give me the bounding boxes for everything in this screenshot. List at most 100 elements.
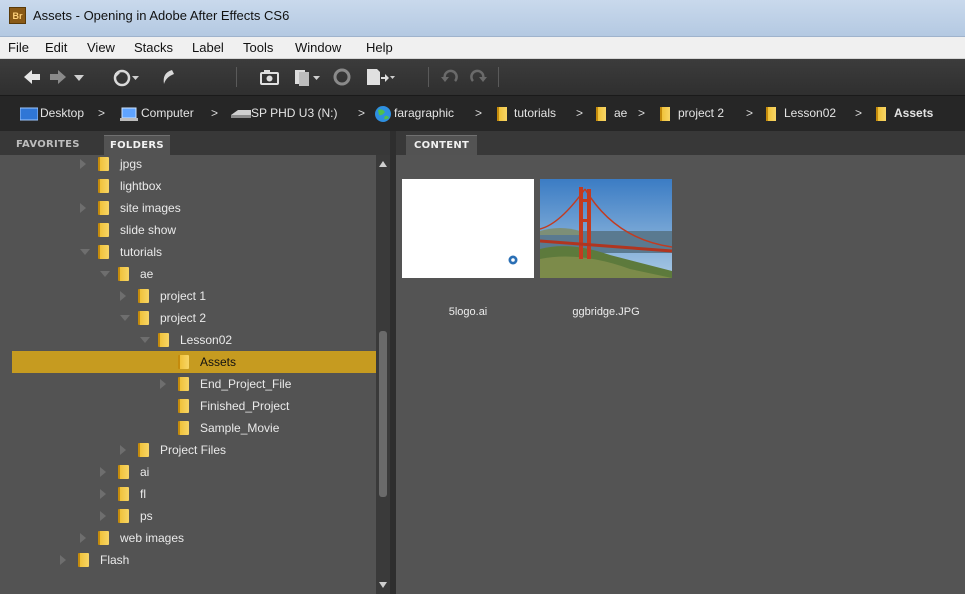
logo-mark-icon	[508, 255, 518, 265]
thumbnail-5logo[interactable]	[402, 179, 534, 278]
drive-icon	[231, 110, 251, 118]
dropdown-chevron-icon[interactable]	[72, 67, 86, 87]
breadcrumb-lesson02[interactable]: Lesson02	[784, 106, 836, 120]
tree-row-tutorials[interactable]: tutorials	[0, 241, 376, 263]
tree-row-web-images[interactable]: web images	[0, 527, 376, 549]
thumbnail-ggbridge[interactable]	[540, 179, 672, 278]
menu-bar: File Edit View Stacks Label Tools Window…	[0, 37, 965, 59]
tree-row-lightbox[interactable]: lightbox	[0, 175, 376, 197]
folder-icon	[876, 107, 886, 121]
rotate-left-icon[interactable]	[440, 67, 460, 87]
folder-icon	[138, 289, 149, 303]
tree-row-project-files[interactable]: Project Files	[0, 439, 376, 461]
tree-row-flash[interactable]: Flash	[0, 549, 376, 571]
tab-folders[interactable]: FOLDERS	[104, 135, 170, 155]
expand-arrow-icon[interactable]	[120, 291, 126, 301]
recent-folder-icon[interactable]	[112, 67, 140, 87]
folder-icon	[497, 107, 507, 121]
menu-edit[interactable]: Edit	[45, 40, 67, 55]
tree-row-site-images[interactable]: site images	[0, 197, 376, 219]
tree-row-finished-project[interactable]: Finished_Project	[0, 395, 376, 417]
tree-row-project-2[interactable]: project 2	[0, 307, 376, 329]
scroll-up-icon[interactable]	[379, 161, 387, 167]
breadcrumb-ae[interactable]: ae	[614, 106, 627, 120]
expand-arrow-icon[interactable]	[160, 379, 166, 389]
breadcrumb-faragraphic[interactable]: faragraphic	[394, 106, 454, 120]
menu-file[interactable]: File	[8, 40, 29, 55]
menu-tools[interactable]: Tools	[243, 40, 273, 55]
folder-icon	[158, 333, 169, 347]
forward-arrow-icon[interactable]	[48, 67, 68, 87]
breadcrumb-desktop[interactable]: Desktop	[40, 106, 84, 120]
filename-5logo[interactable]: 5logo.ai	[402, 306, 534, 318]
collapse-arrow-icon[interactable]	[80, 249, 90, 255]
tree-label: Project Files	[160, 443, 227, 457]
menu-window[interactable]: Window	[295, 40, 341, 55]
camera-import-icon[interactable]	[258, 67, 282, 87]
breadcrumb-separator: >	[576, 106, 584, 120]
left-tabstrip: FAVORITES FOLDERS	[0, 131, 390, 155]
filename-ggbridge[interactable]: ggbridge.JPG	[540, 306, 672, 318]
tree-row-ai[interactable]: ai	[0, 461, 376, 483]
network-globe-icon	[375, 106, 391, 122]
menu-help[interactable]: Help	[366, 40, 393, 55]
tree-row-ae[interactable]: ae	[0, 263, 376, 285]
back-arrow-icon[interactable]	[22, 67, 42, 87]
computer-icon	[120, 107, 138, 121]
tree-label: Flash	[100, 553, 130, 567]
menu-label[interactable]: Label	[192, 40, 224, 55]
tree-row-ps[interactable]: ps	[0, 505, 376, 527]
scroll-down-icon[interactable]	[379, 582, 387, 588]
path-bar: Desktop > Computer > SP PHD U3 (N:) > fa…	[0, 95, 965, 131]
breadcrumb-project-2[interactable]: project 2	[678, 106, 724, 120]
tree-label: web images	[120, 531, 185, 545]
expand-arrow-icon[interactable]	[80, 159, 86, 169]
tree-row-assets-selected[interactable]: Assets	[12, 351, 376, 373]
menu-view[interactable]: View	[87, 40, 115, 55]
expand-arrow-icon[interactable]	[80, 533, 86, 543]
breadcrumb-drive[interactable]: SP PHD U3 (N:)	[251, 106, 337, 120]
collapse-arrow-icon[interactable]	[100, 271, 110, 277]
tree-label: ps	[140, 509, 153, 523]
tree-row-slide-show[interactable]: slide show	[0, 219, 376, 241]
expand-arrow-icon[interactable]	[100, 489, 106, 499]
open-with-icon[interactable]	[364, 67, 396, 87]
breadcrumb-separator: >	[746, 106, 754, 120]
tab-favorites[interactable]: FAVORITES	[16, 135, 80, 155]
tree-label: End_Project_File	[200, 377, 292, 391]
folder-icon	[178, 399, 189, 413]
tree-row-fl[interactable]: fl	[0, 483, 376, 505]
folder-icon	[118, 267, 129, 281]
tree-row-project-1[interactable]: project 1	[0, 285, 376, 307]
breadcrumb-assets[interactable]: Assets	[894, 106, 933, 120]
tree-row-lesson02[interactable]: Lesson02	[0, 329, 376, 351]
folder-icon	[98, 223, 109, 237]
tab-content[interactable]: CONTENT	[406, 135, 478, 155]
content-tabstrip: CONTENT	[396, 131, 965, 155]
tree-row-jpgs[interactable]: jpgs	[0, 155, 376, 175]
folder-icon	[98, 201, 109, 215]
tree-label: tutorials	[120, 245, 163, 259]
tree-label: ae	[140, 267, 154, 281]
expand-arrow-icon[interactable]	[60, 555, 66, 565]
tree-label: jpgs	[120, 157, 143, 171]
scrollbar-thumb[interactable]	[379, 331, 387, 497]
tree-row-sample-movie[interactable]: Sample_Movie	[0, 417, 376, 439]
folder-icon	[138, 443, 149, 457]
rotate-right-icon[interactable]	[468, 67, 488, 87]
refine-icon[interactable]	[332, 67, 352, 87]
folder-icon	[118, 465, 129, 479]
expand-arrow-icon[interactable]	[80, 203, 86, 213]
boomerang-icon[interactable]	[158, 67, 178, 87]
collapse-arrow-icon[interactable]	[140, 337, 150, 343]
collapse-arrow-icon[interactable]	[120, 315, 130, 321]
breadcrumb-computer[interactable]: Computer	[141, 106, 194, 120]
tree-row-end-project-file[interactable]: End_Project_File	[0, 373, 376, 395]
menu-stacks[interactable]: Stacks	[134, 40, 173, 55]
folder-tree-scrollbar[interactable]	[376, 155, 390, 594]
breadcrumb-tutorials[interactable]: tutorials	[514, 106, 556, 120]
expand-arrow-icon[interactable]	[120, 445, 126, 455]
expand-arrow-icon[interactable]	[100, 467, 106, 477]
review-icon[interactable]	[292, 67, 322, 87]
expand-arrow-icon[interactable]	[100, 511, 106, 521]
